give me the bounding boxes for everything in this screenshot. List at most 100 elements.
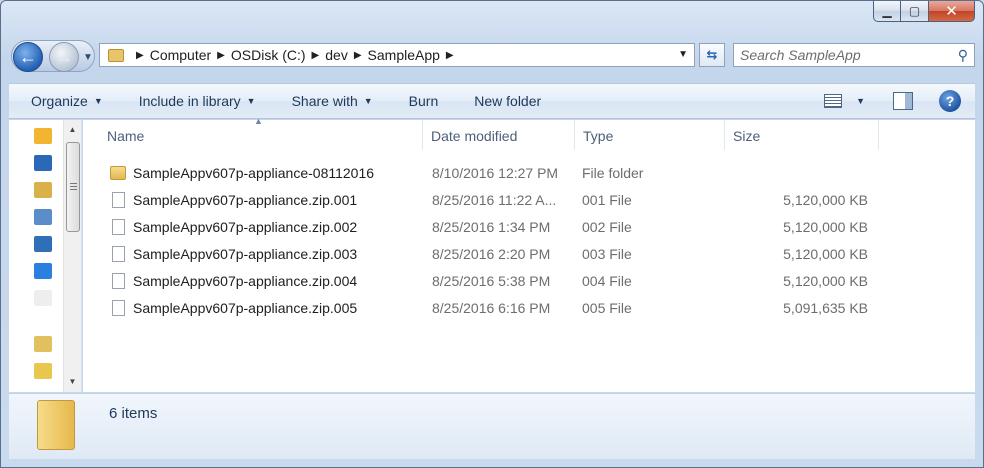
dropbox-icon[interactable] <box>34 263 52 279</box>
navigation-row: ← → ▼ ▶ Computer ▶ OSDisk (C:) ▶ dev ▶ S… <box>11 38 977 74</box>
file-date-modified: 8/25/2016 1:34 PM <box>432 219 551 235</box>
file-size: 5,120,000 KB <box>783 192 868 208</box>
file-row[interactable]: SampleAppv607p-appliance.zip.003 8/25/201… <box>103 241 883 268</box>
view-controls: ▼ ? <box>824 90 961 112</box>
downloads-folder-icon[interactable] <box>34 182 52 198</box>
favorites-star-icon[interactable] <box>34 128 52 144</box>
breadcrumb-osdisk[interactable]: OSDisk (C:) <box>231 47 306 63</box>
file-type: 004 File <box>582 273 632 289</box>
preview-pane-icon[interactable] <box>893 92 913 110</box>
caption-buttons: ▁ ▢ ✕ <box>873 1 975 22</box>
file-size: 5,120,000 KB <box>783 246 868 262</box>
file-row[interactable]: SampleAppv607p-appliance.zip.005 8/25/201… <box>103 295 883 322</box>
file-size: 5,120,000 KB <box>783 219 868 235</box>
library-icon[interactable] <box>34 363 52 379</box>
forward-button[interactable]: → <box>49 42 79 72</box>
help-icon[interactable]: ? <box>939 90 961 112</box>
breadcrumb-dev[interactable]: dev <box>325 47 348 63</box>
file-row[interactable]: SampleAppv607p-appliance.zip.001 8/25/201… <box>103 187 883 214</box>
chevron-right-icon[interactable]: ▶ <box>354 50 362 61</box>
file-date-modified: 8/25/2016 5:38 PM <box>432 273 551 289</box>
file-date-modified: 8/25/2016 11:22 A... <box>432 192 557 208</box>
share-label: Share with <box>291 93 358 109</box>
chevron-right-icon[interactable]: ▶ <box>217 50 225 61</box>
file-icon <box>112 192 125 208</box>
back-button[interactable]: ← <box>13 42 43 72</box>
search-box[interactable]: ⚲ <box>733 43 975 67</box>
chevron-right-icon[interactable]: ▶ <box>446 50 454 61</box>
file-name: SampleAppv607p-appliance.zip.003 <box>133 246 358 262</box>
file-row[interactable]: SampleAppv607p-appliance-08112016 8/10/20… <box>103 160 883 187</box>
chevron-down-icon: ▼ <box>363 96 373 106</box>
breadcrumb-sampleapp[interactable]: SampleApp <box>368 47 440 63</box>
file-icon <box>112 273 125 289</box>
chevron-down-icon: ▼ <box>93 96 103 106</box>
include-label: Include in library <box>138 93 241 109</box>
column-header-date[interactable]: Date modified <box>423 120 575 150</box>
file-date-modified: 8/25/2016 2:20 PM <box>432 246 551 262</box>
column-header-type[interactable]: Type <box>575 120 725 150</box>
column-header-size[interactable]: Size <box>725 120 879 150</box>
file-icon <box>112 300 125 316</box>
folder-icon[interactable] <box>34 336 52 352</box>
nav-scrollbar[interactable]: ▲ ▼ <box>63 120 81 392</box>
column-headers: ▲ Name Date modified Type Size <box>83 116 975 152</box>
nav-pane-icons <box>34 128 58 390</box>
details-pane: 6 items <box>9 393 975 459</box>
file-icon <box>112 219 125 235</box>
address-dropdown-icon[interactable]: ▼ <box>678 49 688 60</box>
recent-pages-dropdown[interactable]: ▼ <box>83 52 93 63</box>
burn-button[interactable]: Burn <box>409 93 439 109</box>
include-in-library-menu[interactable]: Include in library ▼ <box>139 93 256 109</box>
forward-arrow-icon: → <box>55 46 73 67</box>
new-folder-label: New folder <box>474 93 542 109</box>
file-list: ▲ Name Date modified Type Size SampleApp… <box>83 116 975 392</box>
folder-icon <box>110 166 126 180</box>
document-icon[interactable] <box>34 290 52 306</box>
file-date-modified: 8/10/2016 12:27 PM <box>432 165 559 181</box>
file-size: 5,091,635 KB <box>783 300 868 316</box>
sharepoint-icon[interactable] <box>34 236 52 252</box>
command-bar: Organize ▼ Include in library ▼ Share wi… <box>9 83 975 119</box>
refresh-icon: ⇆ <box>706 47 718 62</box>
search-icon[interactable]: ⚲ <box>958 47 968 64</box>
search-input[interactable] <box>740 47 940 63</box>
maximize-button[interactable]: ▢ <box>901 1 929 22</box>
file-type: File folder <box>582 165 644 181</box>
file-name: SampleAppv607p-appliance.zip.002 <box>133 219 358 235</box>
file-date-modified: 8/25/2016 6:16 PM <box>432 300 551 316</box>
desktop-icon[interactable] <box>34 155 52 171</box>
file-name: SampleAppv607p-appliance.zip.005 <box>133 300 358 316</box>
address-bar[interactable]: ▶ Computer ▶ OSDisk (C:) ▶ dev ▶ SampleA… <box>99 43 695 67</box>
chevron-right-icon[interactable]: ▶ <box>136 50 144 61</box>
change-view-icon[interactable] <box>824 94 843 108</box>
burn-label: Burn <box>408 93 439 109</box>
scroll-down-icon[interactable]: ▼ <box>64 374 81 390</box>
file-icon <box>112 246 125 262</box>
grip-icon <box>70 183 77 191</box>
view-options-dropdown[interactable]: ▼ <box>856 96 865 106</box>
file-type: 005 File <box>582 300 632 316</box>
file-row[interactable]: SampleAppv607p-appliance.zip.004 8/25/201… <box>103 268 883 295</box>
address-folder-icon <box>108 48 124 62</box>
scroll-thumb[interactable] <box>66 142 80 232</box>
file-name: SampleAppv607p-appliance.zip.001 <box>133 192 358 208</box>
chevron-right-icon[interactable]: ▶ <box>312 50 320 61</box>
nav-buttons-group: ← → ▼ <box>11 40 95 72</box>
new-folder-button[interactable]: New folder <box>474 93 541 109</box>
close-button[interactable]: ✕ <box>929 1 975 22</box>
network-icon[interactable] <box>34 209 52 225</box>
refresh-button[interactable]: ⇆ <box>699 43 725 67</box>
scroll-up-icon[interactable]: ▲ <box>64 122 81 138</box>
folder-thumbnail-icon <box>37 400 75 450</box>
minimize-button[interactable]: ▁ <box>873 1 901 22</box>
navigation-pane: ▲ ▼ <box>9 120 82 392</box>
breadcrumb-computer[interactable]: Computer <box>150 47 211 63</box>
explorer-window: ▁ ▢ ✕ ← → ▼ ▶ Computer ▶ OSDisk (C:) ▶ d… <box>0 0 984 468</box>
file-size: 5,120,000 KB <box>783 273 868 289</box>
back-arrow-icon: ← <box>19 46 37 67</box>
share-with-menu[interactable]: Share with ▼ <box>292 93 373 109</box>
file-row[interactable]: SampleAppv607p-appliance.zip.002 8/25/201… <box>103 214 883 241</box>
column-header-name[interactable]: Name <box>99 120 423 150</box>
organize-menu[interactable]: Organize ▼ <box>31 93 103 109</box>
